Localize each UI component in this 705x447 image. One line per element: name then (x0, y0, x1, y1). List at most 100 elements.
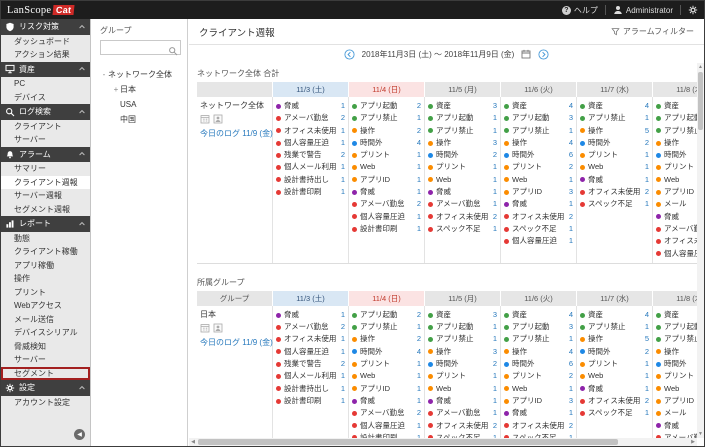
alarm-count[interactable]: 1 (417, 358, 421, 370)
sidebar-item[interactable]: デバイスシリアル (1, 326, 90, 340)
alarm-count[interactable]: 1 (569, 407, 573, 419)
alarm-count[interactable]: 2 (417, 100, 421, 112)
alarm-count[interactable]: 2 (645, 346, 649, 358)
expander-icon[interactable]: - (100, 70, 108, 79)
alarm-filter-button[interactable]: アラームフィルター (611, 26, 694, 37)
alarm-count[interactable]: 2 (493, 420, 497, 432)
sidebar-item[interactable]: アプリ稼働 (1, 259, 90, 273)
alarm-count[interactable]: 1 (493, 112, 497, 124)
alarm-count[interactable]: 1 (569, 174, 573, 186)
sidebar-item[interactable]: サーバー週報 (1, 189, 90, 203)
alarm-count[interactable]: 2 (341, 358, 345, 370)
expander-icon[interactable]: + (112, 85, 120, 94)
alarm-count[interactable]: 1 (417, 370, 421, 382)
mini-calendar-icon[interactable] (200, 323, 210, 333)
mini-calendar-icon[interactable] (200, 114, 210, 124)
alarm-count[interactable]: 1 (341, 383, 345, 395)
alarm-count[interactable]: 1 (493, 407, 497, 419)
alarm-count[interactable]: 3 (493, 100, 497, 112)
alarm-count[interactable]: 2 (417, 309, 421, 321)
sidebar-item[interactable]: サマリー (1, 162, 90, 176)
sidebar-item[interactable]: クライアント週報 (1, 175, 90, 189)
alarm-count[interactable]: 1 (645, 198, 649, 210)
alarm-count[interactable]: 6 (569, 358, 573, 370)
alarm-count[interactable]: 3 (569, 395, 573, 407)
alarm-count[interactable]: 5 (645, 125, 649, 137)
alarm-count[interactable]: 1 (417, 420, 421, 432)
group-tree-item[interactable]: - ネットワーク全体 (100, 67, 181, 82)
alarm-count[interactable]: 1 (645, 358, 649, 370)
sidebar-item[interactable]: クライアント稼働 (1, 245, 90, 259)
alarm-count[interactable]: 6 (569, 149, 573, 161)
sidebar-section-header[interactable]: リスク対策 (1, 19, 90, 35)
sidebar-item[interactable]: プリント (1, 286, 90, 300)
sidebar-section-header[interactable]: アラーム (1, 146, 90, 162)
alarm-count[interactable]: 2 (417, 333, 421, 345)
alarm-count[interactable]: 1 (417, 149, 421, 161)
sidebar-item[interactable]: セグメント (1, 366, 90, 380)
sidebar-item[interactable]: 脅威検知 (1, 340, 90, 354)
sidebar-item[interactable]: 操作 (1, 272, 90, 286)
alarm-count[interactable]: 2 (341, 321, 345, 333)
alarm-count[interactable]: 1 (645, 174, 649, 186)
scroll-up-arrow[interactable]: ▲ (697, 63, 704, 71)
alarm-count[interactable]: 3 (569, 112, 573, 124)
next-week-button[interactable] (538, 48, 549, 60)
alarm-count[interactable]: 2 (341, 149, 345, 161)
alarm-count[interactable]: 2 (417, 125, 421, 137)
alarm-count[interactable]: 1 (493, 125, 497, 137)
vertical-scroll-thumb[interactable] (698, 72, 703, 130)
alarm-count[interactable]: 2 (493, 358, 497, 370)
alarm-count[interactable]: 1 (569, 383, 573, 395)
alarm-count[interactable]: 2 (341, 112, 345, 124)
alarm-count[interactable]: 3 (493, 346, 497, 358)
horizontal-scrollbar[interactable]: ◀ ▶ (189, 438, 697, 446)
alarm-count[interactable]: 1 (341, 174, 345, 186)
alarm-count[interactable]: 1 (645, 321, 649, 333)
alarm-count[interactable]: 4 (417, 346, 421, 358)
alarm-count[interactable]: 1 (341, 395, 345, 407)
alarm-count[interactable]: 2 (493, 149, 497, 161)
sidebar-item[interactable]: サーバー (1, 133, 90, 147)
alarm-count[interactable]: 1 (569, 333, 573, 345)
alarm-count[interactable]: 1 (341, 161, 345, 173)
alarm-count[interactable]: 4 (417, 137, 421, 149)
alarm-count[interactable]: 1 (341, 137, 345, 149)
alarm-count[interactable]: 1 (417, 223, 421, 235)
user-menu-button[interactable]: Administrator (613, 5, 673, 15)
alarm-count[interactable]: 2 (417, 198, 421, 210)
alarm-count[interactable]: 2 (569, 370, 573, 382)
sidebar-section-header[interactable]: 資産 (1, 61, 90, 77)
alarm-count[interactable]: 1 (493, 198, 497, 210)
alarm-count[interactable]: 1 (645, 161, 649, 173)
alarm-count[interactable]: 1 (417, 161, 421, 173)
alarm-count[interactable]: 2 (569, 420, 573, 432)
alarm-count[interactable]: 1 (493, 383, 497, 395)
sidebar-item[interactable]: デバイス (1, 91, 90, 105)
alarm-count[interactable]: 1 (417, 395, 421, 407)
alarm-count[interactable]: 1 (341, 370, 345, 382)
sidebar-section-header[interactable]: ログ検索 (1, 104, 90, 120)
alarm-count[interactable]: 4 (569, 309, 573, 321)
alarm-count[interactable]: 1 (569, 198, 573, 210)
alarm-count[interactable]: 2 (417, 407, 421, 419)
calendar-icon[interactable] (521, 49, 531, 59)
sidebar-item[interactable]: セグメント週報 (1, 203, 90, 217)
alarm-count[interactable]: 2 (645, 395, 649, 407)
sidebar-section-header[interactable]: レポート (1, 216, 90, 232)
alarm-count[interactable]: 1 (417, 383, 421, 395)
alarm-count[interactable]: 1 (493, 395, 497, 407)
mini-user-icon[interactable] (213, 323, 223, 333)
alarm-count[interactable]: 2 (569, 211, 573, 223)
alarm-count[interactable]: 4 (569, 346, 573, 358)
alarm-count[interactable]: 1 (417, 174, 421, 186)
sidebar-item[interactable]: アクション結果 (1, 48, 90, 62)
alarm-count[interactable]: 1 (341, 346, 345, 358)
alarm-count[interactable]: 1 (569, 125, 573, 137)
alarm-count[interactable]: 1 (493, 321, 497, 333)
alarm-count[interactable]: 1 (493, 370, 497, 382)
sidebar-item[interactable]: ダッシュボード (1, 35, 90, 49)
alarm-count[interactable]: 1 (645, 370, 649, 382)
group-tree-item[interactable]: USA (100, 97, 181, 112)
alarm-count[interactable]: 3 (493, 309, 497, 321)
